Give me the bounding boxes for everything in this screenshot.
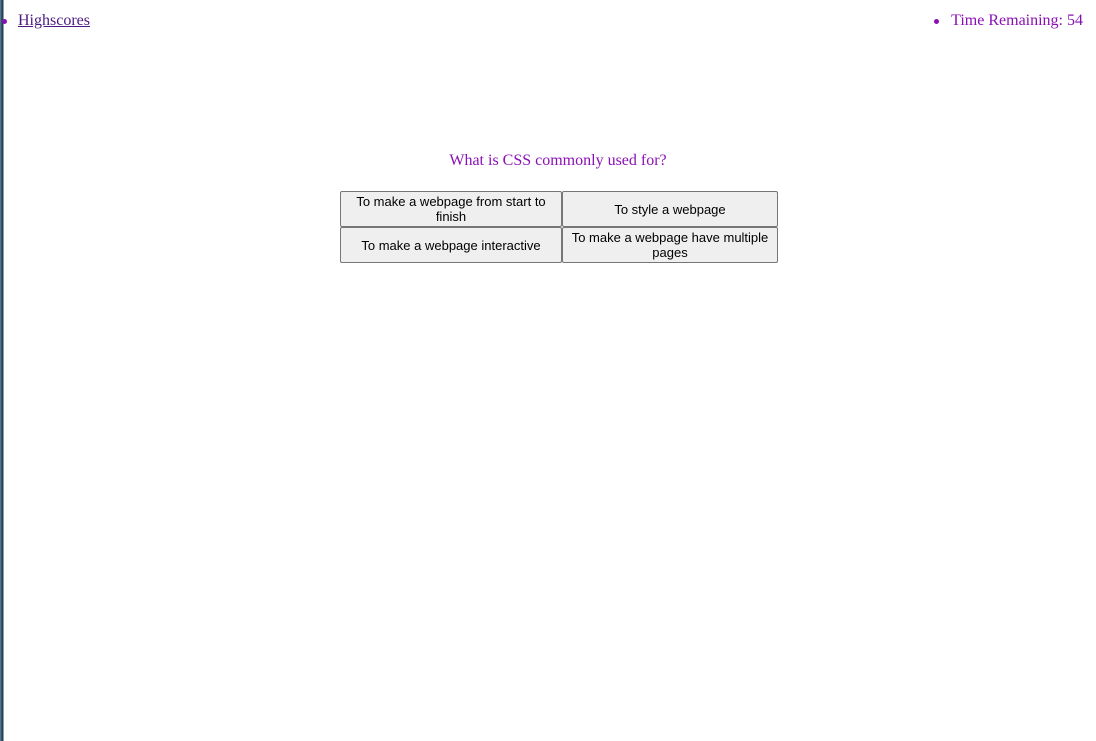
- quiz-page: Highscores Time Remaining: 54 What is CS…: [2, 0, 1096, 741]
- highscores-link[interactable]: Highscores: [18, 12, 90, 29]
- timer-display: Time Remaining: 54: [934, 12, 1083, 30]
- nav-item-highscores: Highscores: [2, 12, 90, 30]
- question-text: What is CSS commonly used for?: [449, 152, 667, 169]
- nav-right: Time Remaining: 54: [934, 12, 1083, 30]
- answer-button-4[interactable]: To make a webpage have multiple pages: [562, 227, 778, 263]
- answer-button-2[interactable]: To style a webpage: [562, 191, 778, 227]
- answer-button-3[interactable]: To make a webpage interactive: [340, 227, 562, 263]
- nav-left: Highscores: [2, 12, 90, 30]
- answer-button-1[interactable]: To make a webpage from start to finish: [340, 191, 562, 227]
- answer-grid: To make a webpage from start to finish T…: [340, 191, 778, 263]
